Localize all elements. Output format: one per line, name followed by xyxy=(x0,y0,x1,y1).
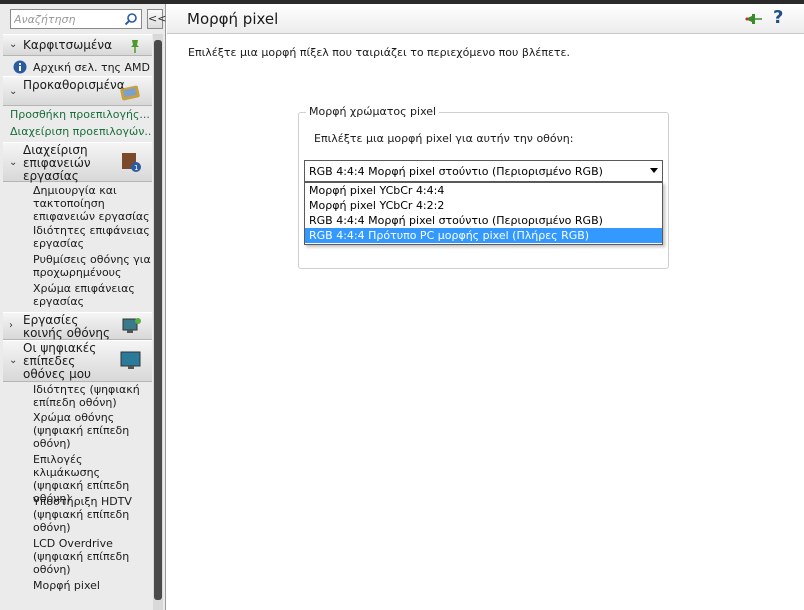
nav-header-label: Εργασίες κοινής οθόνης xyxy=(23,313,111,340)
pixel-format-prompt: Επιλέξτε μια μορφή pixel για αυτήν την ο… xyxy=(314,132,574,145)
nav-item-label: Αρχική σελ. της AMD xyxy=(33,61,150,74)
nav-subitem-hdtv-support[interactable]: Υποστήριξη HDTV (ψηφιακή επίπεδη οθόνη) xyxy=(3,495,152,537)
nav-header-desktop-management[interactable]: ⌄ Διαχείριση επιφανειών εργασίας 1 xyxy=(3,142,152,183)
nav-header-common-display[interactable]: › Εργασίες κοινής οθόνης xyxy=(3,312,152,340)
nav-subitem-advanced-display[interactable]: Ρυθμίσεις οθόνης για προχωρημένους xyxy=(3,253,152,282)
nav-subitem-scaling-options[interactable]: Επιλογές κλιμάκωσης (ψηφιακή επίπεδη οθό… xyxy=(3,453,152,505)
nav-item-amd-home[interactable]: Αρχική σελ. της AMD xyxy=(3,58,152,76)
option-ycbcr-444[interactable]: Μορφή pixel YCbCr 4:4:4 xyxy=(305,183,662,198)
nav-subitem-pixel-format[interactable]: Μορφή pixel xyxy=(3,579,152,597)
display-tasks-icon xyxy=(122,318,141,333)
option-rgb-full[interactable]: RGB 4:4:4 Πρότυπο PC μορφής pixel (Πλήρε… xyxy=(305,228,662,243)
page-description: Επιλέξτε μια μορφή πίξελ που ταιριάζει τ… xyxy=(188,46,570,59)
chevron-down-icon: ⌄ xyxy=(9,157,18,168)
nav-header-label: Οι ψηφιακές επίπεδες οθόνες μου xyxy=(23,341,97,381)
pixel-format-options-list: Μορφή pixel YCbCr 4:4:4 Μορφή pixel YCbC… xyxy=(304,182,663,245)
nav-list: ⌄ Καρφιτσωμένα Αρχική σελ. της AMD ⌄ Προ… xyxy=(3,34,152,610)
nav-subitem-lcd-overdrive[interactable]: LCD Overdrive (ψηφιακή επίπεδη οθόνη) xyxy=(3,537,152,579)
navigation-pane: << ⌄ Καρφιτσωμένα Αρχική σελ. της AMD ⌄ … xyxy=(0,4,166,610)
presets-icon xyxy=(120,85,140,101)
svg-text:1: 1 xyxy=(134,164,138,172)
chevron-down-icon: ⌄ xyxy=(9,355,18,366)
collapse-pane-button[interactable]: << xyxy=(147,9,166,29)
scrollbar-thumb[interactable] xyxy=(154,40,162,600)
main-header: Μορφή pixel ? xyxy=(167,4,804,34)
dropdown-selected-value: RGB 4:4:4 Μορφή pixel στούντιο (Περιορισ… xyxy=(309,165,603,178)
pin-icon xyxy=(131,40,139,53)
page-title: Μορφή pixel xyxy=(187,10,279,28)
flat-panel-icon xyxy=(120,351,141,369)
search-box[interactable] xyxy=(10,9,142,29)
option-ycbcr-422[interactable]: Μορφή pixel YCbCr 4:2:2 xyxy=(305,198,662,213)
nav-header-label: Καρφιτσωμένα xyxy=(23,38,112,52)
desktop-management-icon: 1 xyxy=(122,153,141,172)
nav-header-presets[interactable]: ⌄ Προκαθορισμένα xyxy=(3,76,152,106)
pixel-format-dropdown[interactable]: RGB 4:4:4 Μορφή pixel στούντιο (Περιορισ… xyxy=(304,160,663,182)
nav-subitem-create-arrange[interactable]: Δημιουργία και τακτοποίηση επιφανειών ερ… xyxy=(3,182,152,224)
nav-subitem-flat-properties[interactable]: Ιδιότητες (ψηφιακή επίπεδη οθόνη) xyxy=(3,382,152,411)
nav-subitem-display-color[interactable]: Χρώμα οθόνης (ψηφιακή επίπεδη οθόνη) xyxy=(3,411,152,453)
nav-link-add-preset[interactable]: Προσθήκη προεπιλογής... xyxy=(3,108,152,125)
pin-page-icon[interactable] xyxy=(743,11,763,27)
chevron-down-icon: ⌄ xyxy=(9,39,18,50)
search-icon[interactable] xyxy=(124,12,138,26)
chevron-right-icon: › xyxy=(9,320,13,331)
help-icon[interactable]: ? xyxy=(773,7,783,28)
nav-header-label: Προκαθορισμένα xyxy=(23,78,125,92)
group-title: Μορφή χρώματος pixel xyxy=(306,105,440,118)
chevron-down-icon: ⌄ xyxy=(9,86,18,97)
nav-header-pinned[interactable]: ⌄ Καρφιτσωμένα xyxy=(3,34,152,56)
nav-header-label: Διαχείριση επιφανειών εργασίας xyxy=(23,143,91,183)
search-input[interactable] xyxy=(14,12,122,26)
dropdown-arrow-icon[interactable] xyxy=(650,168,658,173)
info-icon xyxy=(13,60,27,74)
nav-scrollbar[interactable] xyxy=(153,34,163,610)
nav-subitem-desktop-properties[interactable]: Ιδιότητες επιφάνειας εργασίας xyxy=(3,224,152,253)
nav-header-flat-panels[interactable]: ⌄ Οι ψηφιακές επίπεδες οθόνες μου xyxy=(3,340,152,382)
nav-link-manage-presets[interactable]: Διαχείριση προεπιλογών... xyxy=(3,125,152,142)
nav-subitem-desktop-color[interactable]: Χρώμα επιφάνειας εργασίας xyxy=(3,282,152,312)
option-rgb-studio[interactable]: RGB 4:4:4 Μορφή pixel στούντιο (Περιορισ… xyxy=(305,213,662,228)
